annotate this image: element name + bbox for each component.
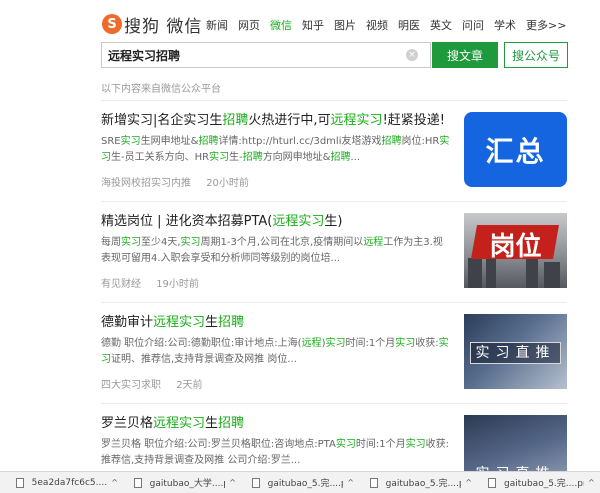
result-title[interactable]: 精选岗位 | 进化资本招募PTA(远程实习生) [101, 213, 451, 231]
title-text: 火热进行中,可 [248, 113, 331, 128]
clear-icon[interactable]: × [406, 49, 418, 61]
result-thumbnail[interactable]: 岗位 [464, 213, 567, 288]
nav-zhihu[interactable]: 知乎 [302, 17, 324, 33]
result-item: 新增实习|名企实习生招聘火热进行中,可远程实习!赶紧投递! SRE实习生网申地址… [101, 112, 567, 189]
title-text: !赶紧投递! [382, 113, 445, 128]
result-snippet: 每周实习至少4天,实习周期1-3个月,公司在北京,疫情期间以远程工作为主3.视表… [101, 237, 443, 264]
result-thumbnail[interactable]: 汇总 [464, 112, 567, 187]
download-filename: gaitubao_5.完....png [385, 479, 462, 489]
divider [101, 302, 567, 303]
chevron-up-icon[interactable]: ^ [588, 478, 595, 487]
search-articles-button[interactable]: 搜文章 [432, 42, 498, 68]
source-note: 以下内容来自微信公众平台 [101, 84, 221, 95]
download-filename: gaitubao_大学....png [149, 479, 226, 489]
result-time: 19小时前 [156, 279, 199, 290]
result-source[interactable]: 四大实习求职 [101, 380, 161, 391]
download-item[interactable]: gaitubao_5.完....png ^ [472, 472, 598, 493]
chevron-up-icon[interactable]: ^ [465, 478, 472, 487]
download-filename: 5ea2da7fc6c5....apk [31, 477, 108, 488]
result-snippet: SRE实习生网申地址&招聘详情:http://hturl.cc/3dmli友塔游… [101, 136, 450, 163]
nav-news[interactable]: 新闻 [206, 17, 228, 33]
result-source[interactable]: 海投网校招实习内推 [101, 178, 191, 189]
chevron-up-icon[interactable]: ^ [347, 478, 354, 487]
nav-english[interactable]: 英文 [430, 17, 452, 33]
nav-scholar[interactable]: 学术 [494, 17, 516, 33]
search-input[interactable] [102, 48, 402, 62]
nav-weixin[interactable]: 微信 [270, 17, 292, 33]
divider [101, 201, 567, 202]
divider [101, 100, 567, 101]
download-item[interactable]: gaitubao_大学....png ^ [118, 472, 236, 493]
download-filename: gaitubao_5.完....png [504, 479, 584, 489]
sogou-logo[interactable]: S 搜狗 微信 [102, 11, 202, 37]
file-icon [16, 477, 24, 488]
search-accounts-button[interactable]: 搜公众号 [504, 42, 568, 68]
thumbnail-text: 实习直推 [475, 344, 556, 361]
nav-video[interactable]: 视频 [366, 17, 388, 33]
result-time: 20小时前 [206, 178, 249, 189]
result-title[interactable]: 新增实习|名企实习生招聘火热进行中,可远程实习!赶紧投递! [101, 112, 451, 130]
nav-wenwen[interactable]: 问问 [462, 17, 484, 33]
file-icon [370, 477, 378, 488]
file-icon [252, 477, 260, 488]
divider [101, 403, 567, 404]
download-filename: gaitubao_5.完....png [267, 479, 344, 489]
nav-web[interactable]: 网页 [238, 17, 260, 33]
title-text: 新增实习|名企实习生 [101, 113, 223, 128]
download-item[interactable]: gaitubao_5.完....png ^ [354, 472, 472, 493]
result-item: 精选岗位 | 进化资本招募PTA(远程实习生) 每周实习至少4天,实习周期1-3… [101, 213, 567, 290]
result-title[interactable]: 德勤审计远程实习生招聘 [101, 314, 451, 332]
result-title[interactable]: 罗兰贝格远程实习生招聘 [101, 415, 451, 433]
header: S 搜狗 微信 新闻 网页 微信 知乎 图片 视频 明医 英文 问问 学术 更多… [0, 0, 600, 100]
result-thumbnail[interactable]: 实习直推 [464, 314, 567, 389]
title-highlight: 招聘 [222, 113, 249, 128]
download-item[interactable]: gaitubao_5.完....png ^ [236, 472, 354, 493]
chevron-up-icon[interactable]: ^ [229, 478, 236, 487]
file-icon [488, 477, 496, 488]
logo-text: 搜狗 微信 [124, 16, 203, 37]
sogou-logo-icon: S [102, 14, 122, 34]
thumbnail-text: 岗位 [489, 232, 542, 262]
thumbnail-text: 汇总 [485, 134, 546, 168]
result-snippet: 德勤 职位介绍:公司:德勤职位:审计地点:上海(远程)实习时间:1个月实习收获:… [101, 338, 449, 365]
result-item: 罗兰贝格远程实习生招聘 罗兰贝格 职位介绍:公司:罗兰贝格职位:咨询地点:PTA… [101, 415, 567, 490]
nav-images[interactable]: 图片 [334, 17, 356, 33]
nav-more[interactable]: 更多>> [526, 17, 566, 33]
result-snippet: 罗兰贝格 职位介绍:公司:罗兰贝格职位:咨询地点:PTA实习时间:1个月实习收获… [101, 439, 449, 466]
result-item: 德勤审计远程实习生招聘 德勤 职位介绍:公司:德勤职位:审计地点:上海(远程)实… [101, 314, 567, 391]
download-item[interactable]: 5ea2da7fc6c5....apk ^ [0, 472, 118, 493]
result-time: 2天前 [176, 380, 203, 391]
chevron-up-icon[interactable]: ^ [111, 478, 118, 487]
nav-medical[interactable]: 明医 [398, 17, 420, 33]
title-highlight: 远程实习 [330, 113, 383, 128]
result-source[interactable]: 有见财经 [101, 279, 141, 290]
download-bar: 5ea2da7fc6c5....apk ^ gaitubao_大学....png… [0, 471, 600, 493]
file-icon [134, 477, 142, 488]
search-box: × [101, 42, 431, 68]
top-nav: 新闻 网页 微信 知乎 图片 视频 明医 英文 问问 学术 更多>> [206, 17, 576, 33]
